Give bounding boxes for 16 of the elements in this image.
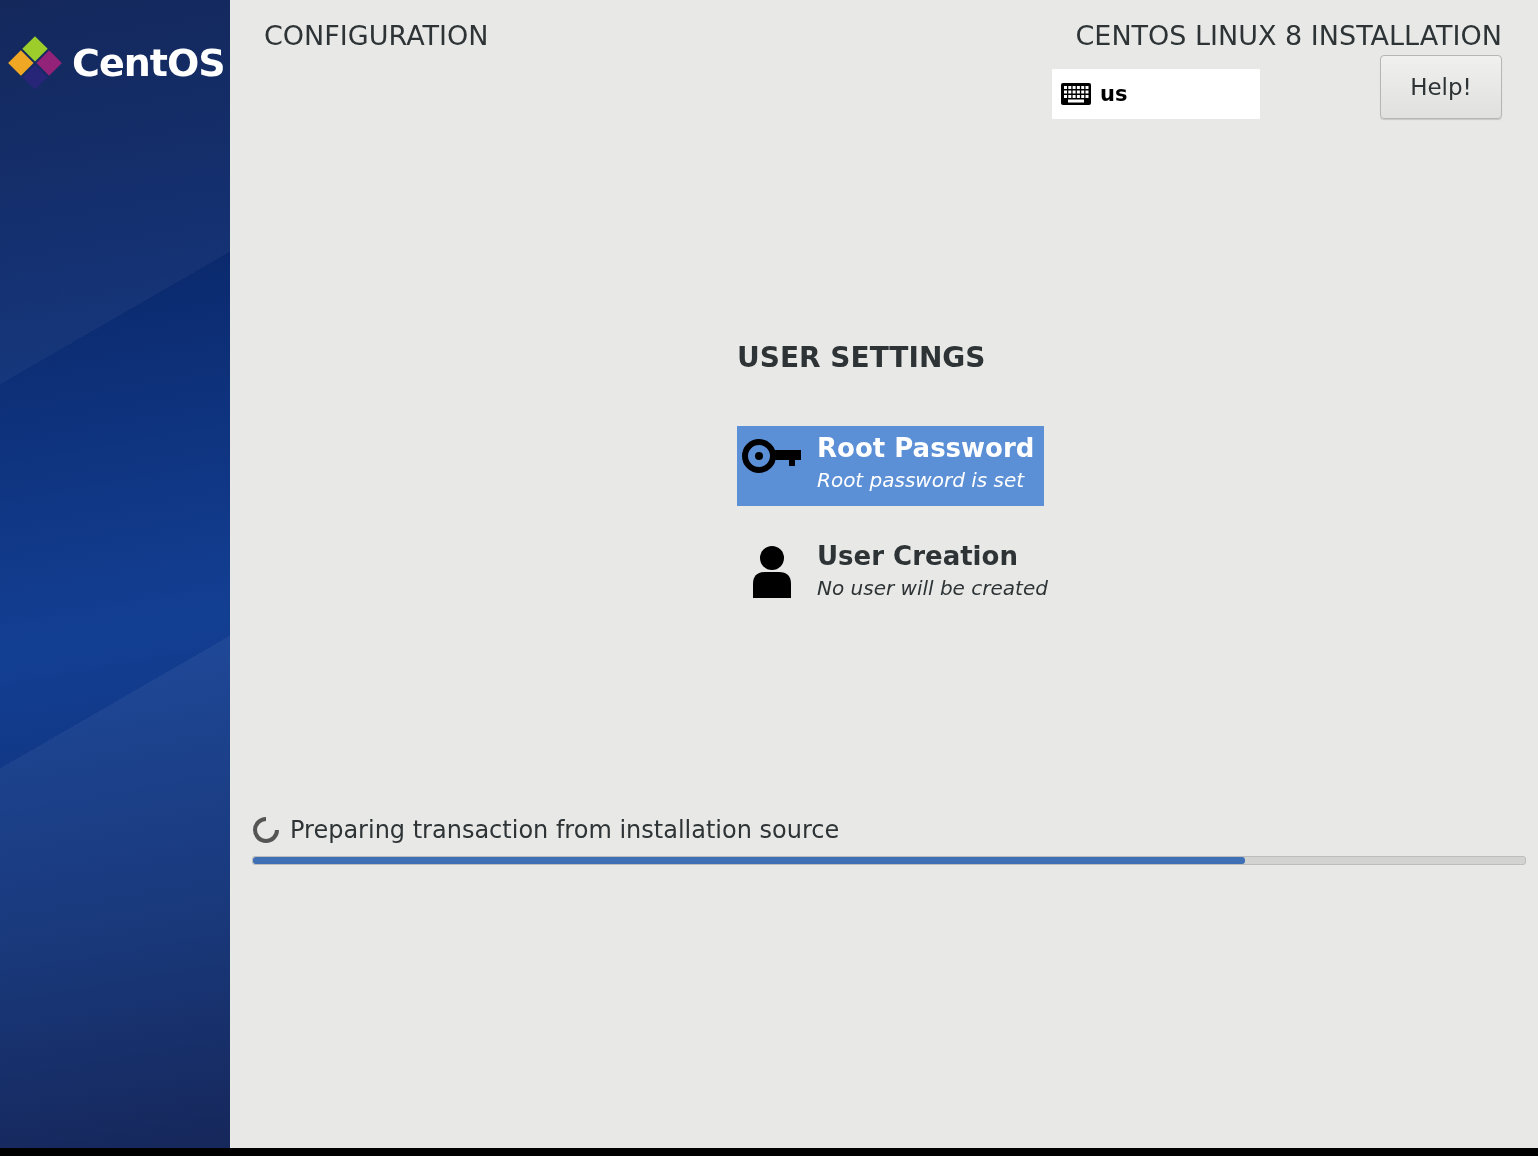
spoke-status: Root password is set [817,468,1026,492]
spoke-status: No user will be created [817,576,1048,600]
help-button[interactable]: Help! [1380,55,1502,119]
logo-text: CentOS [72,41,225,85]
settings-spoke[interactable]: User Creation No user will be created [737,534,1058,614]
keyboard-layout-field[interactable]: us [1052,69,1260,119]
key-icon [741,436,803,476]
keyboard-icon [1060,82,1092,106]
progress-message: Preparing transaction from installation source [290,816,840,844]
spoke-title: Root Password [817,432,1035,465]
user-icon [751,546,793,598]
category-title: USER SETTINGS [737,341,987,374]
spinner-icon [252,816,280,844]
spoke-title: User Creation [817,540,1019,573]
product-title: CENTOS LINUX 8 INSTALLATION [1075,20,1502,51]
section-title: CONFIGURATION [264,20,489,53]
